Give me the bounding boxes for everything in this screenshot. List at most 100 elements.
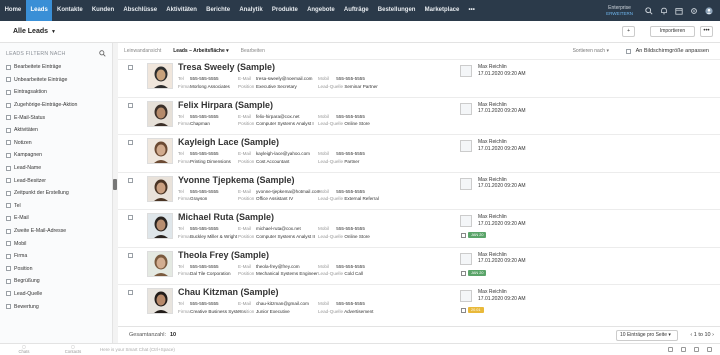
filter-item[interactable]: Lead-Name <box>0 162 112 175</box>
filter-item[interactable]: Lead-Quelle <box>0 288 112 301</box>
lead-email[interactable]: tresa-sweely@noemail.com <box>256 76 318 81</box>
more-actions-button[interactable]: ••• <box>700 26 713 37</box>
filter-checkbox[interactable] <box>6 241 11 247</box>
filter-item[interactable]: Begrüßung <box>0 275 112 288</box>
lead-name[interactable]: Tresa Sweely (Sample) <box>178 62 275 72</box>
filter-item[interactable]: Bearbeitete Einträge <box>0 61 112 74</box>
lead-name[interactable]: Michael Ruta (Sample) <box>178 212 274 222</box>
filter-checkbox[interactable] <box>6 140 11 146</box>
lead-phone[interactable]: 555-555-5555 <box>190 226 238 231</box>
lead-phone[interactable]: 555-555-5555 <box>190 264 238 269</box>
lead-mobile[interactable]: 555-555-5555 <box>336 301 365 306</box>
filter-item[interactable]: Notizen <box>0 137 112 150</box>
lead-mobile[interactable]: 555-555-5555 <box>336 189 365 194</box>
tab-edit[interactable]: Bearbeiten <box>235 43 271 59</box>
records-per-page-select[interactable]: 10 Einträge pro Seite ▾ <box>616 330 678 341</box>
nav-home[interactable]: Home <box>0 0 26 21</box>
lead-name[interactable]: Felix Hirpara (Sample) <box>178 100 273 110</box>
lead-name[interactable]: Chau Kitzman (Sample) <box>178 287 279 297</box>
lead-mobile[interactable]: 555-555-5555 <box>336 264 365 269</box>
tab-workspace[interactable]: Leads – Arbeitsfläche ▾ <box>167 43 234 59</box>
lead-checkbox[interactable] <box>128 290 133 295</box>
nav-kunden[interactable]: Kunden <box>87 0 119 21</box>
calendar-icon[interactable] <box>675 7 683 15</box>
filter-checkbox[interactable] <box>6 152 11 158</box>
filter-item[interactable]: Mobil <box>0 237 112 250</box>
lead-checkbox[interactable] <box>128 215 133 220</box>
pagination[interactable]: ‹ 1 to 10 › <box>690 327 714 344</box>
filter-checkbox[interactable] <box>6 178 11 184</box>
import-button[interactable]: Importieren <box>650 26 695 37</box>
filter-checkbox[interactable] <box>6 291 11 297</box>
filter-checkbox[interactable] <box>6 203 11 209</box>
filter-item[interactable]: Aktivitäten <box>0 124 112 137</box>
contacts-button[interactable]: ◻ Contacts <box>63 344 83 354</box>
phone-icon[interactable] <box>694 347 699 352</box>
lead-mobile[interactable]: 555-555-5555 <box>336 226 365 231</box>
filter-checkbox[interactable] <box>6 77 11 83</box>
lead-checkbox[interactable] <box>128 65 133 70</box>
filter-checkbox[interactable] <box>6 278 11 284</box>
lead-card[interactable]: Yvonne Tjepkema (Sample) Tel 555-555-5555 E… <box>118 171 720 210</box>
activity-badge[interactable]: 20.01 <box>468 307 484 313</box>
lead-checkbox[interactable] <box>128 102 133 108</box>
clock-icon[interactable] <box>681 347 686 352</box>
lead-email[interactable]: chau-kitzman@gmail.com <box>256 301 318 306</box>
nav-bestellungen[interactable]: Bestellungen <box>373 0 420 21</box>
lead-name[interactable]: Theola Frey (Sample) <box>178 250 269 260</box>
lead-name[interactable]: Kayleigh Lace (Sample) <box>178 137 279 147</box>
lead-card[interactable]: Tresa Sweely (Sample) Tel 555-555-5555 E-Ma… <box>118 59 720 97</box>
plan-info[interactable]: Enterprise ERWEITERN <box>606 5 633 17</box>
filter-item[interactable]: Position <box>0 263 112 276</box>
nav-aktivitaeten[interactable]: Aktivitäten <box>162 0 202 21</box>
lead-mobile[interactable]: 555-555-5555 <box>336 114 365 119</box>
chevron-left-icon[interactable]: ‹ <box>690 332 692 338</box>
filter-checkbox[interactable] <box>6 115 11 121</box>
lead-email[interactable]: felix-hirpara@cox.net <box>256 114 318 119</box>
scrollbar-thumb[interactable] <box>113 179 117 190</box>
filter-checkbox[interactable] <box>6 102 11 108</box>
search-icon[interactable] <box>645 6 653 15</box>
filter-item[interactable]: Zweite E-Mail-Adresse <box>0 225 112 238</box>
chevron-right-icon[interactable]: › <box>712 332 714 338</box>
gear-icon[interactable] <box>690 7 698 15</box>
nav-marketplace[interactable]: Marketplace <box>420 0 464 21</box>
lead-email[interactable]: kayleigh-lace@yahoo.com <box>256 151 318 156</box>
lead-checkbox[interactable] <box>128 252 133 258</box>
lead-name[interactable]: Yvonne Tjepkema (Sample) <box>178 175 295 185</box>
search-icon[interactable] <box>99 50 106 57</box>
lead-phone[interactable]: 555-555-5555 <box>190 114 238 119</box>
nav-produkte[interactable]: Produkte <box>267 0 302 21</box>
filter-checkbox[interactable] <box>6 89 11 95</box>
fit-to-screen-toggle[interactable]: An Bildschirmgröße anpassen <box>625 43 709 59</box>
filter-item[interactable]: Unbearbeitete Einträge <box>0 74 112 87</box>
lead-card[interactable]: Theola Frey (Sample) Tel 555-555-5555 E-Mai… <box>118 246 720 285</box>
view-selector[interactable]: Alle Leads ▼ <box>13 28 56 35</box>
filter-item[interactable]: Eintragsaktion <box>0 86 112 99</box>
filter-item[interactable]: Bewertung <box>0 300 112 313</box>
lead-email[interactable]: theola-frey@frey.com <box>256 264 318 269</box>
nav-more[interactable]: ••• <box>464 0 480 21</box>
filter-checkbox[interactable] <box>6 127 11 133</box>
lead-phone[interactable]: 555-555-5555 <box>190 189 238 194</box>
nav-kontakte[interactable]: Kontakte <box>52 0 87 21</box>
activity-badge[interactable]: JAN 20 <box>468 232 487 238</box>
chats-button[interactable]: ◻ Chats <box>14 344 34 354</box>
tab-canvas[interactable]: Leinwandansicht <box>118 43 167 59</box>
lead-email[interactable]: michael-ruta@cox.net <box>256 226 318 231</box>
nav-auftraege[interactable]: Aufträge <box>339 0 373 21</box>
lead-mobile[interactable]: 555-555-5555 <box>336 151 365 156</box>
lead-phone[interactable]: 555-555-5555 <box>190 76 238 81</box>
nav-berichte[interactable]: Berichte <box>202 0 235 21</box>
lead-card[interactable]: Michael Ruta (Sample) Tel 555-555-5555 E-Ma… <box>118 209 720 247</box>
avatar-icon[interactable] <box>705 6 713 15</box>
filter-checkbox[interactable] <box>6 64 11 70</box>
lead-card[interactable]: Kayleigh Lace (Sample) Tel 555-555-5555 E-M… <box>118 134 720 172</box>
filter-checkbox[interactable] <box>6 215 11 221</box>
filter-item[interactable]: Firma <box>0 250 112 263</box>
lead-phone[interactable]: 555-555-5555 <box>190 151 238 156</box>
nav-abschluesse[interactable]: Abschlüsse <box>119 0 162 21</box>
filter-item[interactable]: E-Mail <box>0 212 112 225</box>
filter-checkbox[interactable] <box>6 228 11 234</box>
lead-card[interactable]: Felix Hirpara (Sample) Tel 555-555-5555 E-M… <box>118 96 720 135</box>
